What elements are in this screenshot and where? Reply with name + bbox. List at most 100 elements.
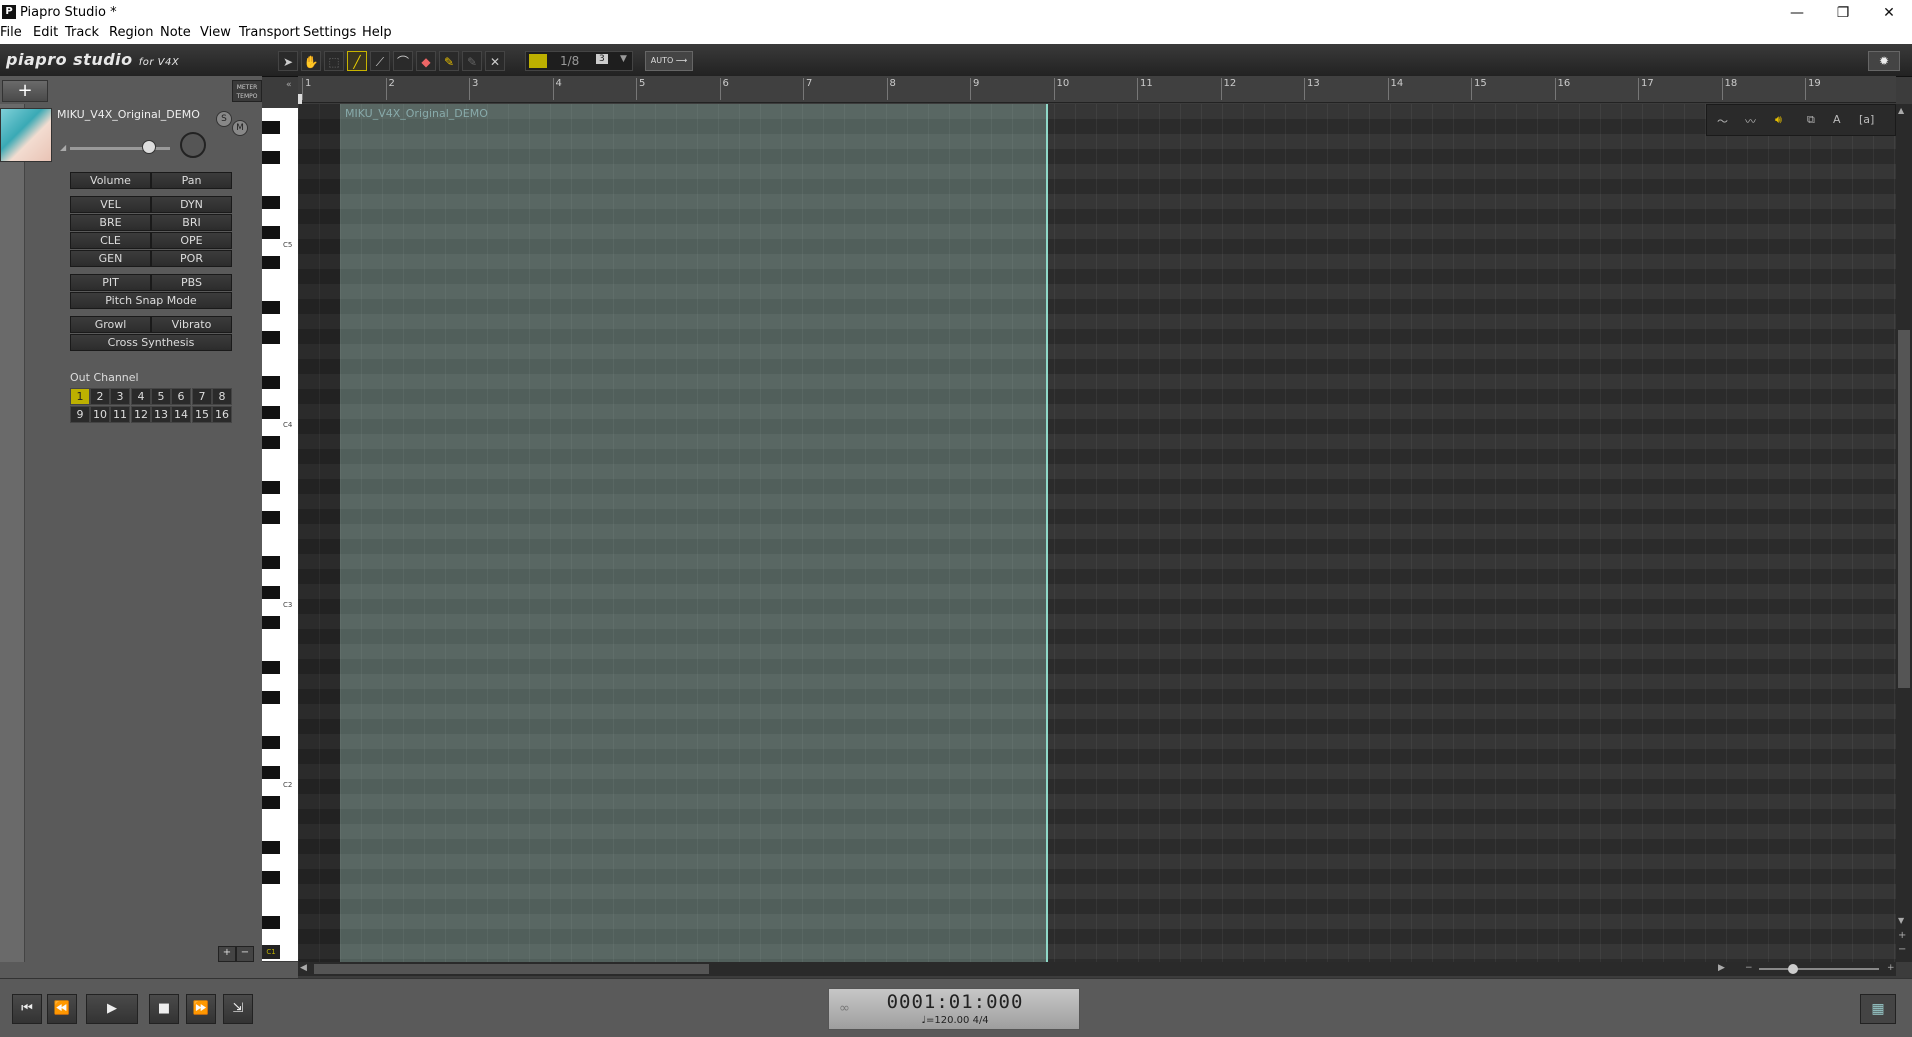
black-key[interactable] xyxy=(262,841,280,854)
black-key[interactable] xyxy=(262,481,280,494)
bracket-icon[interactable]: [a] xyxy=(1859,113,1874,126)
grid-snap-icon[interactable] xyxy=(529,54,547,68)
pencil-icon[interactable]: ╱ xyxy=(347,51,367,71)
channel-button[interactable]: 9 xyxy=(70,406,90,423)
menu-note[interactable]: Note xyxy=(160,25,191,40)
black-key[interactable] xyxy=(262,736,280,749)
channel-button[interactable]: 4 xyxy=(131,388,151,405)
channel-button[interactable]: 7 xyxy=(192,388,212,405)
horizontal-scroll-thumb[interactable] xyxy=(314,964,709,974)
dyn-button[interactable]: DYN xyxy=(151,196,232,213)
zoom-slider-handle[interactable] xyxy=(1788,964,1798,974)
channel-button[interactable]: 3 xyxy=(110,388,130,405)
channel-button[interactable]: 15 xyxy=(192,406,212,423)
channel-button[interactable]: 6 xyxy=(171,388,191,405)
black-key[interactable] xyxy=(262,766,280,779)
black-key[interactable] xyxy=(262,556,280,569)
time-counter[interactable]: ∞ 0001:01:000 ♩=120.00 4/4 xyxy=(828,988,1080,1030)
line-icon[interactable]: ⟋ xyxy=(370,51,390,71)
play-icon[interactable]: ▶ xyxy=(86,994,138,1024)
channel-button[interactable]: 10 xyxy=(90,406,110,423)
black-key[interactable] xyxy=(262,406,280,419)
vibrato-button[interactable]: Vibrato xyxy=(151,316,232,333)
black-key[interactable] xyxy=(262,916,280,929)
mixer-icon[interactable]: ▦ xyxy=(1860,994,1896,1024)
black-key[interactable] xyxy=(262,586,280,599)
zoom-out-track-button[interactable]: − xyxy=(236,946,254,962)
auto-scroll-button[interactable]: AUTO ⟶ xyxy=(645,51,693,71)
region[interactable] xyxy=(340,104,1048,962)
black-key[interactable] xyxy=(262,436,280,449)
black-key[interactable] xyxy=(262,796,280,809)
black-key[interactable] xyxy=(262,661,280,674)
zoom-out-icon[interactable]: − xyxy=(1745,963,1753,973)
volume-slider-handle[interactable] xyxy=(142,140,156,154)
black-key[interactable] xyxy=(262,196,280,209)
vertical-zoom-out-icon[interactable]: − xyxy=(1898,944,1906,955)
black-key[interactable] xyxy=(262,871,280,884)
grab-icon[interactable]: ✋ xyxy=(301,51,321,71)
pit-button[interactable]: PIT xyxy=(70,274,151,291)
select-icon[interactable]: ⬚ xyxy=(324,51,344,71)
horizontal-zoom[interactable]: − + xyxy=(1745,962,1900,976)
black-key[interactable] xyxy=(262,256,280,269)
black-key[interactable] xyxy=(262,511,280,524)
channel-button[interactable]: 2 xyxy=(90,388,110,405)
stop-icon[interactable]: ■ xyxy=(149,994,179,1024)
scroll-up-icon[interactable]: ▲ xyxy=(1898,106,1904,115)
curve-a-icon[interactable]: 〜 xyxy=(1717,113,1728,129)
menu-transport[interactable]: Transport xyxy=(239,25,300,40)
menu-edit[interactable]: Edit xyxy=(33,25,58,40)
timeline-ruler[interactable] xyxy=(298,76,1896,103)
mute-button[interactable]: M xyxy=(232,120,248,136)
menu-file[interactable]: File xyxy=(0,25,22,40)
meter-tempo-button[interactable]: METER TEMPO xyxy=(232,80,262,102)
pbs-button[interactable]: PBS xyxy=(151,274,232,291)
channel-button[interactable]: 5 xyxy=(151,388,171,405)
cle-button[interactable]: CLE xyxy=(70,232,151,249)
channel-button[interactable]: 13 xyxy=(151,406,171,423)
pitch-snap-mode-button[interactable]: Pitch Snap Mode xyxy=(70,292,232,309)
quantize-select[interactable]: 1/8 3 ▼ xyxy=(525,51,633,71)
channel-button[interactable]: 14 xyxy=(171,406,191,423)
ope-button[interactable]: OPE xyxy=(151,232,232,249)
solo-button[interactable]: S xyxy=(216,111,232,127)
add-track-button[interactable]: + xyxy=(2,80,48,102)
growl-button[interactable]: Growl xyxy=(70,316,151,333)
scroll-right-icon[interactable]: ▶ xyxy=(1718,963,1725,973)
pan-knob[interactable] xyxy=(180,132,206,158)
channel-button[interactable]: 12 xyxy=(131,406,151,423)
singer-avatar[interactable] xyxy=(0,108,52,162)
curve-icon[interactable]: ⌒ xyxy=(393,51,413,71)
gear-icon[interactable]: ✹ xyxy=(1868,51,1900,71)
menu-view[interactable]: View xyxy=(200,25,231,40)
vertical-zoom-in-icon[interactable]: + xyxy=(1898,930,1906,941)
fast-forward-icon[interactable]: ⏩ xyxy=(186,994,216,1024)
bri-button[interactable]: BRI xyxy=(151,214,232,231)
zoom-slider[interactable] xyxy=(1759,968,1879,970)
close-icon[interactable]: ✕ xyxy=(485,51,505,71)
scroll-left-icon[interactable]: ◀ xyxy=(300,963,307,973)
vertical-scroll-thumb[interactable] xyxy=(1898,330,1910,688)
text-icon[interactable]: A xyxy=(1833,113,1841,126)
pen-disabled-icon[interactable]: ✎ xyxy=(462,51,482,71)
black-key[interactable] xyxy=(262,691,280,704)
track-name[interactable]: MIKU_V4X_Original_DEMO xyxy=(57,108,200,121)
vel-button[interactable]: VEL xyxy=(70,196,151,213)
black-key[interactable] xyxy=(262,616,280,629)
channel-button[interactable]: 11 xyxy=(110,406,130,423)
channel-button[interactable]: 1 xyxy=(70,388,90,405)
loop-end-icon[interactable]: ⇲ xyxy=(223,994,253,1024)
cross-synthesis-button[interactable]: Cross Synthesis xyxy=(70,334,232,351)
bre-button[interactable]: BRE xyxy=(70,214,151,231)
zoom-in-track-button[interactable]: + xyxy=(218,946,236,962)
piano-roll-grid[interactable]: MIKU_V4X_Original_DEMO xyxy=(298,104,1896,962)
gen-button[interactable]: GEN xyxy=(70,250,151,267)
menu-settings[interactable]: Settings xyxy=(303,25,356,40)
channel-button[interactable]: 16 xyxy=(212,406,232,423)
menu-track[interactable]: Track xyxy=(65,25,99,40)
brush-icon[interactable]: ✎ xyxy=(439,51,459,71)
menu-help[interactable]: Help xyxy=(362,25,392,40)
black-key[interactable] xyxy=(262,301,280,314)
eraser-icon[interactable]: ◆ xyxy=(416,51,436,71)
